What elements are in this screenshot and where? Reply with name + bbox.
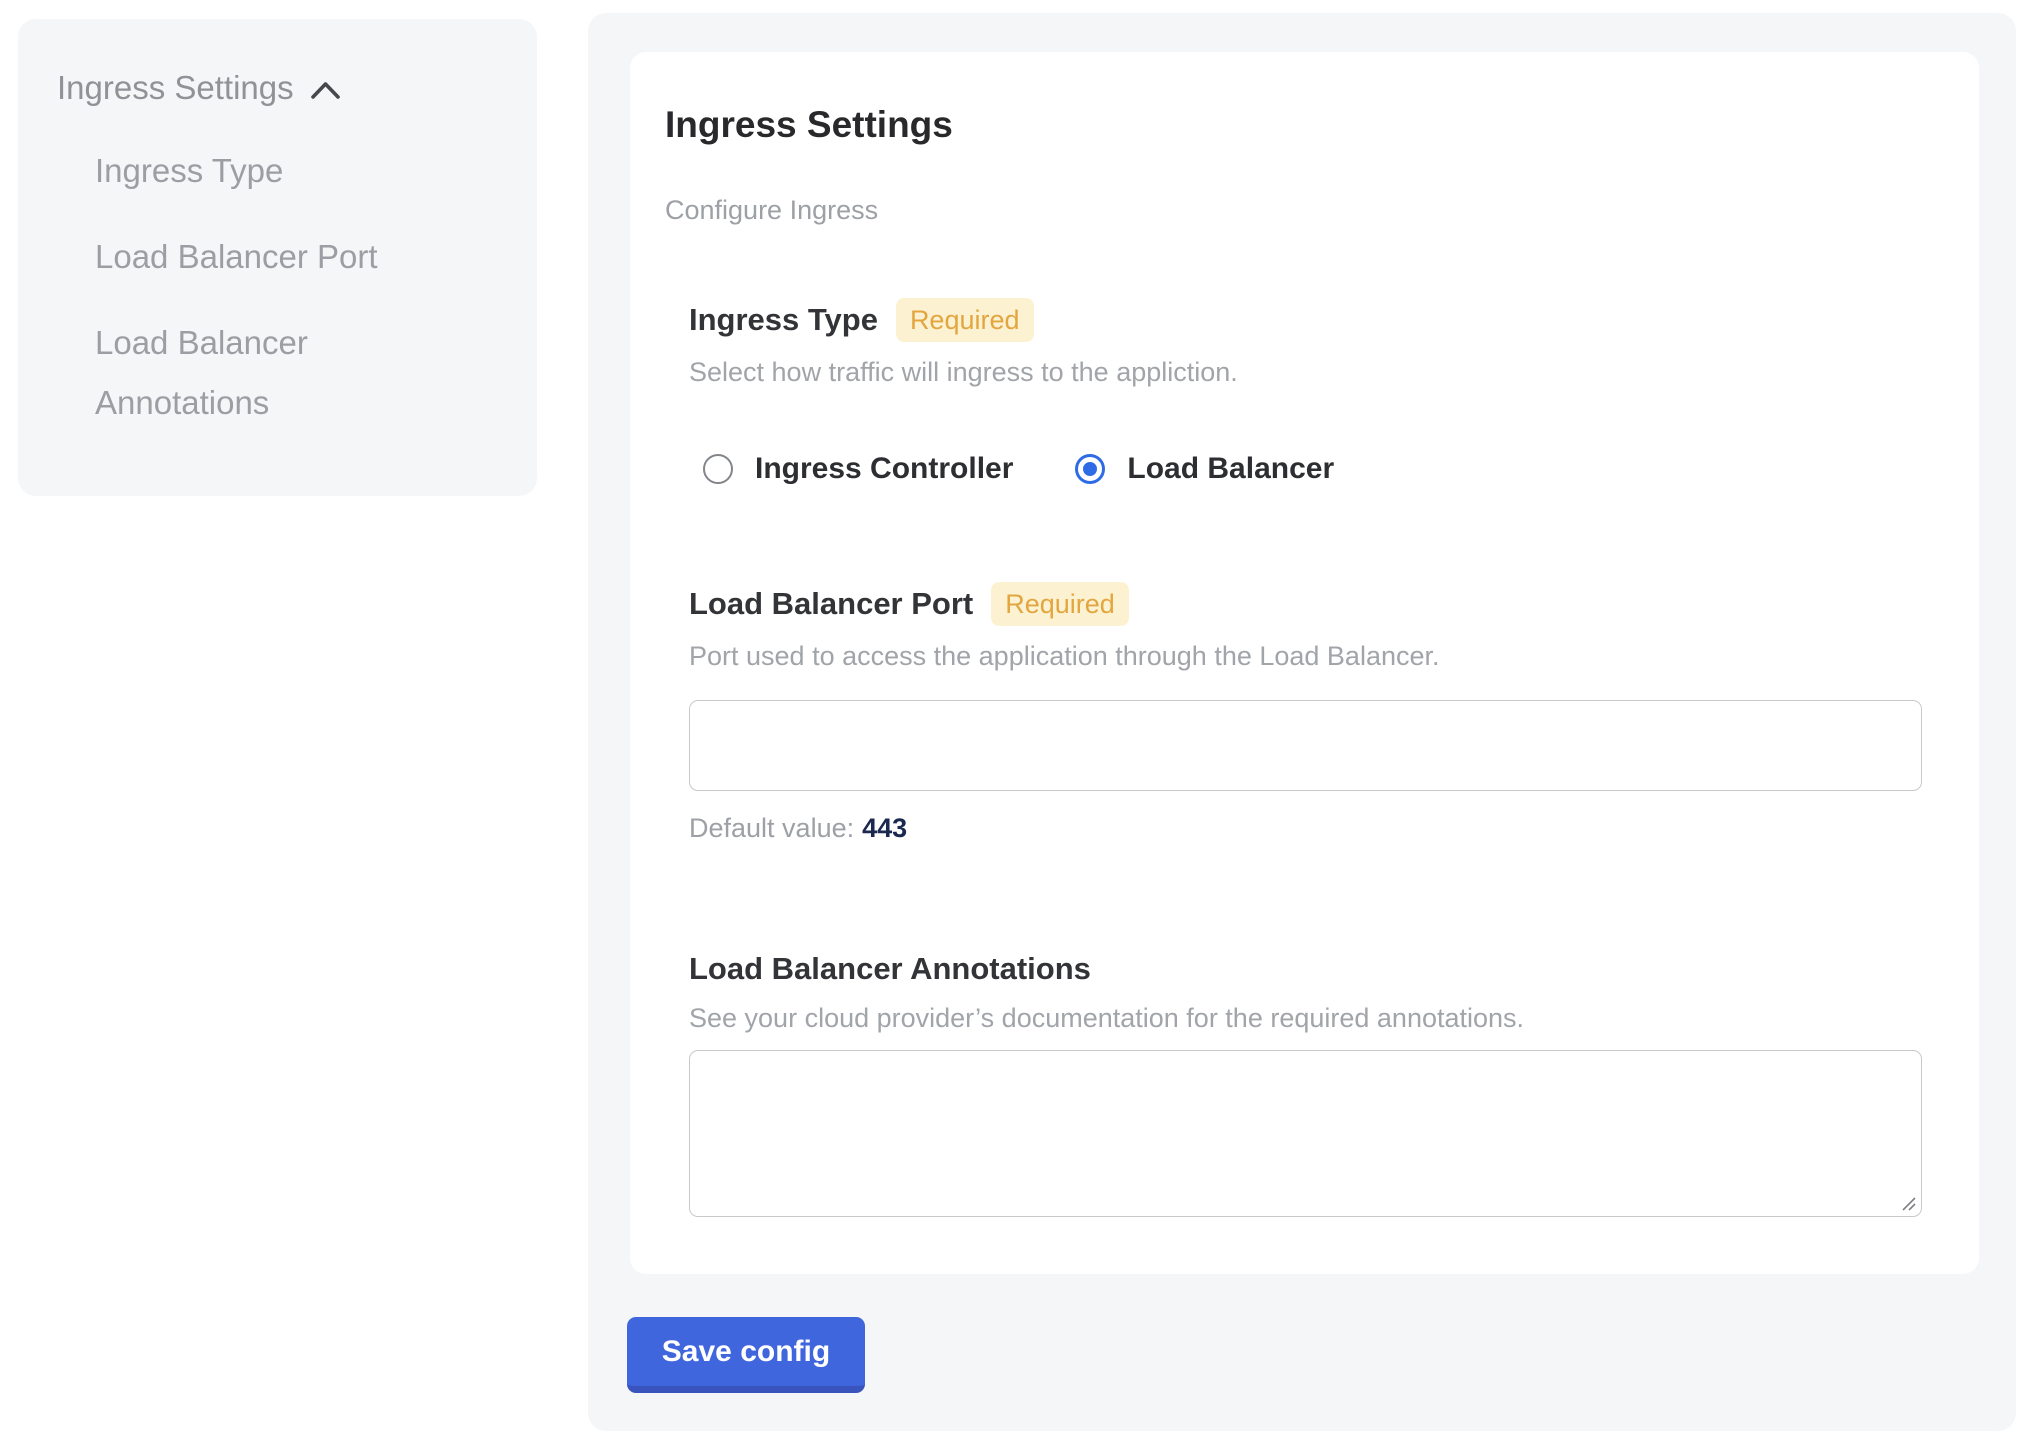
ingress-type-radio-group: Ingress Controller Load Balancer: [689, 452, 1922, 486]
radio-label: Ingress Controller: [755, 452, 1013, 486]
sidebar-group-ingress-settings[interactable]: Ingress Settings: [57, 68, 509, 108]
main-panel: Ingress Settings Configure Ingress Ingre…: [588, 13, 2016, 1431]
load-balancer-port-input[interactable]: [689, 700, 1922, 791]
sidebar-item-ingress-type[interactable]: Ingress Type: [95, 141, 435, 201]
radio-option-load-balancer[interactable]: Load Balancer: [1075, 452, 1334, 486]
load-balancer-annotations-textarea[interactable]: [689, 1050, 1922, 1217]
page-title: Ingress Settings: [665, 104, 1922, 147]
section-description-ingress-type: Select how traffic will ingress to the a…: [689, 356, 1922, 388]
sidebar-item-load-balancer-annotations[interactable]: Load Balancer Annotations: [95, 313, 435, 433]
section-description-load-balancer-port: Port used to access the application thro…: [689, 640, 1922, 672]
chevron-up-icon: [310, 80, 341, 101]
default-value-number: 443: [862, 813, 907, 843]
default-value-line: Default value: 443: [689, 813, 1922, 844]
radio-label: Load Balancer: [1127, 452, 1334, 486]
section-load-balancer-port-header: Load Balancer Port Required: [689, 582, 1922, 626]
required-badge: Required: [991, 582, 1129, 626]
annotations-textarea-wrap: [689, 1050, 1922, 1217]
ingress-settings-card: Ingress Settings Configure Ingress Ingre…: [630, 52, 1979, 1274]
radio-unselected-icon: [703, 454, 733, 484]
radio-selected-icon: [1075, 454, 1105, 484]
section-title-load-balancer-port: Load Balancer Port: [689, 585, 973, 622]
default-value-label: Default value:: [689, 813, 854, 843]
required-badge: Required: [896, 298, 1034, 342]
section-title-load-balancer-annotations: Load Balancer Annotations: [689, 950, 1091, 987]
radio-option-ingress-controller[interactable]: Ingress Controller: [703, 452, 1013, 486]
page-subtitle: Configure Ingress: [665, 195, 1922, 226]
save-config-button[interactable]: Save config: [627, 1317, 865, 1393]
sidebar-item-load-balancer-port[interactable]: Load Balancer Port: [95, 227, 435, 287]
section-ingress-type-header: Ingress Type Required: [689, 298, 1922, 342]
sidebar-group-label: Ingress Settings: [57, 68, 294, 108]
section-title-ingress-type: Ingress Type: [689, 301, 878, 338]
settings-sidebar: Ingress Settings Ingress Type Load Balan…: [18, 19, 537, 496]
section-load-balancer-annotations-header: Load Balancer Annotations: [689, 950, 1922, 987]
section-description-load-balancer-annotations: See your cloud provider’s documentation …: [689, 1002, 1922, 1034]
